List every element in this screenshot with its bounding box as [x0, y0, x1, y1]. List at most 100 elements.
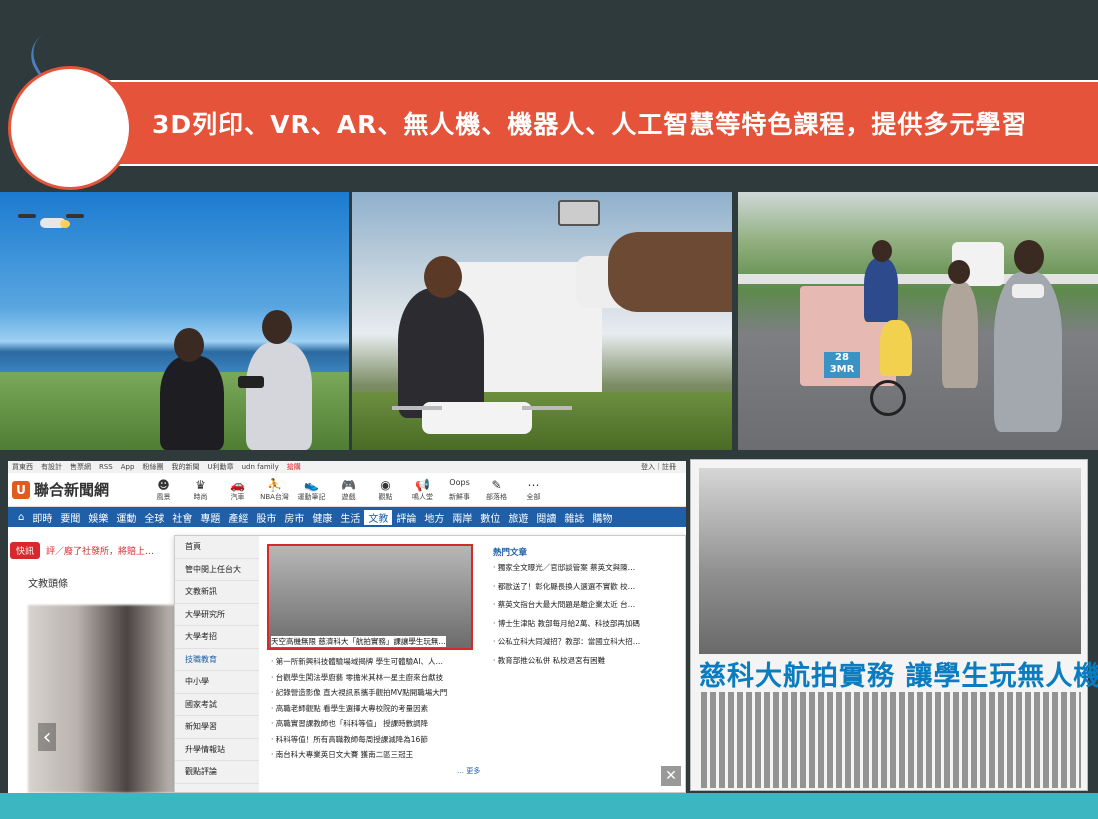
nav-item[interactable]: 閱讀 — [532, 510, 560, 525]
nav-item[interactable]: 數位 — [476, 510, 504, 525]
nav-item[interactable]: 運動 — [112, 510, 140, 525]
topstrip-link[interactable]: 我的新聞 — [171, 462, 199, 472]
topstrip-link[interactable]: udn family — [242, 463, 279, 471]
nav-item[interactable]: 地方 — [420, 510, 448, 525]
dropdown-menu-item[interactable]: 新知學習 — [175, 716, 259, 739]
dropdown-menu-item[interactable]: 中小學 — [175, 671, 259, 694]
category-icon: Oops — [449, 477, 470, 487]
remote-controller — [1012, 284, 1044, 298]
nav-item[interactable]: 全球 — [140, 510, 168, 525]
dropdown-menu-item[interactable]: 升學情報站 — [175, 739, 259, 761]
dropdown-menu-item[interactable]: 技職教育 — [175, 649, 259, 671]
dropdown-menu-item[interactable]: 國家考試 — [175, 694, 259, 716]
wheel — [870, 380, 906, 416]
nav-item[interactable]: 旅遊 — [504, 510, 532, 525]
article-link[interactable]: · 台觀學生闖法學廚藝 零擔米其林一星主廚來台獻技 — [271, 672, 481, 688]
dropdown-menu-item[interactable]: 首頁 — [175, 536, 259, 559]
category-icon: 🚗 — [230, 477, 245, 492]
category-item[interactable]: ⋯ 全部 — [515, 478, 552, 502]
nav-item[interactable]: 文教 — [364, 509, 393, 525]
nav-item[interactable]: 股市 — [252, 510, 280, 525]
site-logo-text[interactable]: 聯合新聞網 — [34, 479, 109, 500]
category-item[interactable]: ⛹ NBA台灣 — [256, 478, 293, 502]
nav-item[interactable]: 雜誌 — [560, 510, 588, 525]
hot-article-link[interactable]: · 都歐送了！彰化縣長換人選選不實歡 校… — [493, 581, 673, 600]
topstrip-link[interactable]: 搶購 — [287, 462, 301, 472]
hot-article-title: 獨家全文曝光／官邸談管案 蔡英文與陳… — [497, 563, 636, 572]
category-label: 運動筆記 — [297, 492, 326, 501]
dropdown-menu-item[interactable]: 管中閔上任台大 — [175, 559, 259, 581]
article-title: 記錄營造影像 直大視訊系攜手觀拍MV點開職場大門 — [275, 688, 448, 697]
category-item[interactable]: 👟 運動筆記 — [293, 478, 330, 502]
nav-item[interactable]: 社會 — [168, 510, 196, 525]
category-icon: ◉ — [380, 477, 391, 492]
category-item[interactable]: ✎ 部落格 — [478, 478, 515, 502]
nav-item[interactable]: 即時 — [28, 510, 56, 525]
topstrip-link[interactable]: 售票網 — [70, 462, 91, 472]
nav-item[interactable]: 生活 — [336, 510, 364, 525]
nav-item[interactable]: 評論 — [392, 510, 420, 525]
nav-item[interactable]: 產經 — [224, 510, 252, 525]
chevron-left-icon[interactable]: ‹ — [38, 723, 56, 751]
category-item[interactable]: 📢 鳴人堂 — [404, 478, 441, 502]
article-link[interactable]: · 記錄營造影像 直大視訊系攜手觀拍MV點開職場大門 — [271, 687, 481, 703]
nav-item[interactable]: 專題 — [196, 510, 224, 525]
topstrip-link[interactable]: RSS — [99, 463, 113, 471]
child — [864, 258, 898, 322]
hot-article-link[interactable]: · 教育部推公私併 私校退宮有困難 — [493, 655, 673, 674]
nav-item[interactable]: 娛樂 — [84, 510, 112, 525]
dropdown-menu-item[interactable]: 觀點評論 — [175, 761, 259, 784]
dropdown-menu-item[interactable]: 文教新訊 — [175, 581, 259, 604]
hot-article-link[interactable]: · 公私立科大同減招？教部：當國立科大招… — [493, 636, 673, 655]
article-link[interactable]: · 高職實習課教師也「科科等值」 授課時數調降 — [271, 718, 481, 734]
nav-item[interactable]: 購物 — [588, 510, 616, 525]
category-item[interactable]: ◉ 觀點 — [367, 478, 404, 502]
banner-circle — [8, 66, 132, 190]
udn-logo-icon[interactable]: U — [12, 480, 30, 499]
topstrip-link[interactable]: App — [121, 463, 135, 471]
login-link[interactable]: 登入｜註冊 — [641, 462, 686, 472]
article-link[interactable]: · 南台科大專業英日文大賽 獲南二區三冠王 — [271, 749, 481, 765]
home-icon[interactable]: ⌂ — [14, 512, 28, 523]
feature-caption[interactable]: 天空高機無限 慈濟科大「航拍實務」課讓學生玩無… — [271, 636, 446, 647]
newspaper-group-photo — [699, 468, 1081, 654]
category-icons: ☻ 風景 ♛ 時尚 🚗 汽車 ⛹ NBA台灣 👟 運動筆記 🎮 遊戲 ◉ 觀點 📢 鳴人堂 Oops 新鮮事 ✎ 部落… — [145, 478, 552, 502]
hot-article-link[interactable]: · 蔡英文指台大最大問題是離企業太近 台… — [493, 599, 673, 618]
hot-article-title: 教育部推公私併 私校退宮有困難 — [497, 655, 606, 665]
close-icon[interactable]: ✕ — [661, 766, 681, 786]
dropdown-menu-item[interactable]: 大學研究所 — [175, 604, 259, 626]
top-strip: 買東西 有設計 售票網 RSS App 粉絲團 我的新聞 U利勳章 udn fa… — [8, 461, 686, 473]
more-link[interactable]: … 更多 — [457, 766, 480, 776]
topstrip-link[interactable]: 粉絲團 — [142, 462, 163, 472]
category-item[interactable]: 🚗 汽車 — [219, 478, 256, 502]
topstrip-link[interactable]: 有設計 — [41, 462, 62, 472]
topstrip-link[interactable]: U利勳章 — [207, 462, 233, 472]
category-label: 部落格 — [486, 492, 508, 501]
dropdown-menu-item[interactable]: 大學考招 — [175, 626, 259, 649]
category-label: 新鮮事 — [449, 492, 471, 501]
category-item[interactable]: Oops 新鮮事 — [441, 478, 478, 502]
category-label: 觀點 — [378, 492, 393, 501]
topstrip-link[interactable]: 買東西 — [12, 462, 33, 472]
article-link[interactable]: · 第一所新興科技體驗場域揭牌 學生可體驗AI、人… — [271, 656, 481, 672]
nav-item[interactable]: 健康 — [308, 510, 336, 525]
nav-item[interactable]: 要聞 — [56, 510, 84, 525]
hot-article-link[interactable]: · 獨家全文曝光／官邸談管案 蔡英文與陳… — [493, 562, 673, 581]
nav-item[interactable]: 兩岸 — [448, 510, 476, 525]
article-link[interactable]: · 科科等值！所有高職教師每周授課減降為16節 — [271, 734, 481, 750]
category-label: 時尚 — [193, 492, 208, 501]
banner-title: 3D列印、VR、AR、無人機、機器人、人工智慧等特色課程，提供多元學習 — [152, 110, 1028, 139]
student-left — [160, 356, 224, 450]
flash-text[interactable]: 評／廢了社發所，將賠上… — [46, 544, 154, 557]
nav-item[interactable]: 房市 — [280, 510, 308, 525]
category-item[interactable]: 🎮 遊戲 — [330, 478, 367, 502]
hot-article-link[interactable]: · 博士生津貼 教部每月給2萬、科技部再加碼 — [493, 618, 673, 637]
category-icon: ⋯ — [527, 477, 540, 492]
article-link[interactable]: · 高職老師觀點 看學生選擇大專校院的考量因素 — [271, 703, 481, 719]
logo-row: U 聯合新聞網 ☻ 風景 ♛ 時尚 🚗 汽車 ⛹ NBA台灣 👟 運動筆記 🎮 遊戲 ◉ 觀點 📢 鳴人堂 Oo… — [8, 473, 686, 507]
hot-article-title: 都歐送了！彰化縣長換人選選不實歡 校… — [497, 581, 636, 591]
photo-student-drone-building — [352, 192, 732, 450]
category-item[interactable]: ♛ 時尚 — [182, 478, 219, 502]
category-item[interactable]: ☻ 風景 — [145, 478, 182, 502]
dropdown-feature-photo[interactable] — [267, 544, 473, 650]
